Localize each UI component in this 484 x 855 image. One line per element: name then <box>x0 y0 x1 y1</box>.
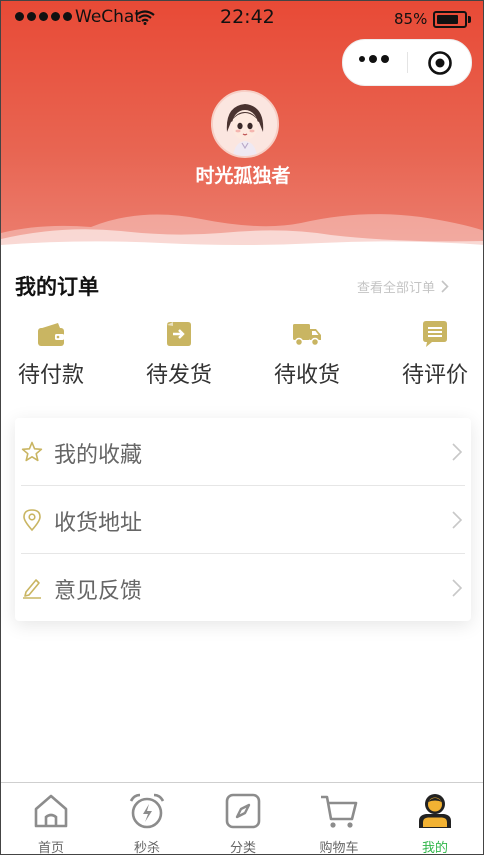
close-miniprogram-button[interactable] <box>427 50 453 76</box>
order-status-label: 待评价 <box>401 363 468 388</box>
bottom-tab-bar: 首页 秒杀 分类 购物车 我的 <box>1 782 483 855</box>
more-options-button[interactable] <box>359 55 389 63</box>
wallet-icon <box>38 323 64 346</box>
avatar[interactable] <box>211 90 279 158</box>
carrier-name: WeChat <box>75 7 141 27</box>
battery-icon <box>433 11 471 28</box>
battery-percent: 85% <box>394 10 428 28</box>
tab-label: 秒杀 <box>133 841 160 855</box>
cart-icon <box>321 795 358 828</box>
ship-out-icon <box>167 322 191 346</box>
chevron-right-icon <box>441 280 449 293</box>
alarm-clock-icon <box>129 793 165 829</box>
menu-item-feedback[interactable]: 意见反馈 <box>15 554 471 622</box>
order-status-label: 待收货 <box>273 363 340 388</box>
truck-icon <box>293 324 321 347</box>
tab-flash-sale[interactable]: 秒杀 <box>99 783 195 855</box>
comment-icon <box>423 321 447 347</box>
user-icon <box>419 794 451 828</box>
chevron-right-icon <box>452 511 463 529</box>
avatar-illustration <box>213 92 277 156</box>
menu-item-favorites[interactable]: 我的收藏 <box>15 418 471 486</box>
view-all-orders-label: 查看全部订单 <box>357 281 436 296</box>
profile-header: WeChat 22:42 85% 时光孤独者 <box>1 1 483 251</box>
username: 时光孤独者 <box>195 165 291 187</box>
chevron-right-icon <box>452 443 463 461</box>
order-status-pending-payment[interactable]: 待付款 <box>1 319 101 389</box>
chevron-right-icon <box>452 579 463 597</box>
menu-item-address[interactable]: 收货地址 <box>15 486 471 554</box>
tab-label: 购物车 <box>319 841 359 855</box>
compass-icon <box>225 793 261 829</box>
star-icon <box>21 441 43 462</box>
tab-cart[interactable]: 购物车 <box>291 783 387 855</box>
header-wave-decoration <box>1 214 483 251</box>
pencil-icon <box>23 579 41 599</box>
tab-mine[interactable]: 我的 <box>387 783 483 855</box>
status-bar: WeChat 22:42 85% <box>1 1 483 35</box>
order-status-pending-shipment[interactable]: 待发货 <box>129 319 229 389</box>
tab-label: 首页 <box>37 841 64 855</box>
location-pin-icon <box>23 509 41 532</box>
order-status-label: 待付款 <box>17 363 84 388</box>
home-icon <box>34 794 68 828</box>
tab-label: 分类 <box>229 841 256 855</box>
menu-item-label: 收货地址 <box>54 511 143 536</box>
view-all-orders-link[interactable]: 查看全部订单 <box>357 277 449 296</box>
capsule-divider <box>407 52 408 73</box>
order-status-pending-receipt[interactable]: 待收货 <box>257 319 357 389</box>
menu-card: 我的收藏 收货地址 意见反馈 <box>15 418 471 621</box>
order-status-pending-review[interactable]: 待评价 <box>385 319 483 389</box>
orders-section-title: 我的订单 <box>15 275 99 299</box>
signal-strength-icon <box>15 12 72 21</box>
miniprogram-capsule <box>342 39 472 86</box>
order-status-label: 待发货 <box>145 363 212 388</box>
more-dots-icon <box>359 56 365 62</box>
wifi-icon <box>135 10 155 25</box>
tab-category[interactable]: 分类 <box>195 783 291 855</box>
phone-frame: WeChat 22:42 85% 时光孤独者 我的订单 查看全部订单 待付款 待… <box>0 0 484 855</box>
menu-item-label: 我的收藏 <box>54 443 143 468</box>
tab-label: 我的 <box>421 841 448 855</box>
tab-home[interactable]: 首页 <box>3 783 99 855</box>
menu-item-label: 意见反馈 <box>54 579 143 604</box>
clock-time: 22:42 <box>220 6 275 28</box>
